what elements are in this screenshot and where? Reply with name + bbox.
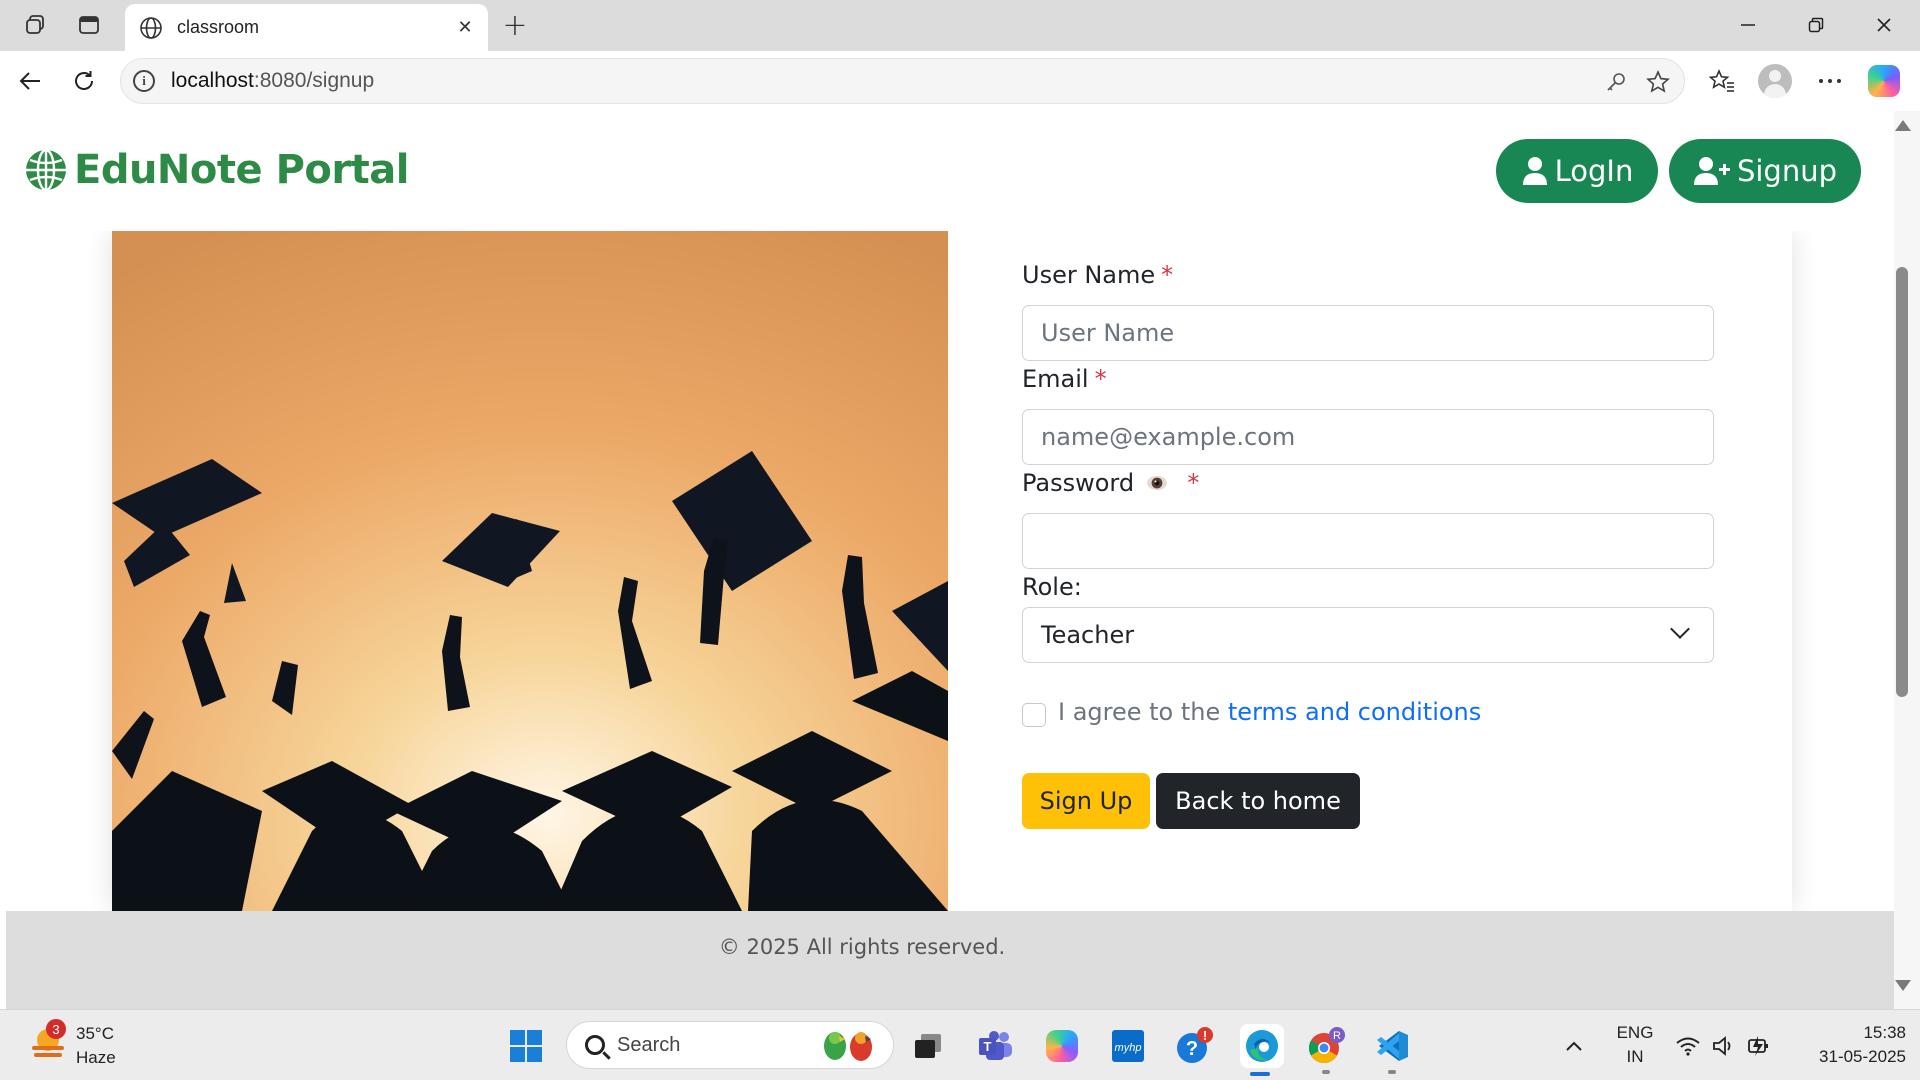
get-help-icon[interactable]: ?! <box>1174 1026 1214 1066</box>
role-select[interactable]: Teacher <box>1022 607 1714 663</box>
password-input[interactable] <box>1022 513 1714 569</box>
show-password-eye-icon[interactable] <box>1146 470 1168 498</box>
url-text: localhost:8080/signup <box>171 69 375 92</box>
username-input[interactable] <box>1022 305 1714 361</box>
scrollbar-thumb[interactable] <box>1896 267 1908 697</box>
weather-text[interactable]: 35°C Haze <box>76 1022 116 1070</box>
copilot-app-icon[interactable] <box>1042 1026 1082 1066</box>
clock[interactable]: 15:38 31-05-2025 <box>1786 1021 1906 1069</box>
refresh-icon[interactable] <box>66 63 102 99</box>
weather-alert-badge: 3 <box>46 1019 66 1039</box>
email-input[interactable] <box>1022 409 1714 465</box>
wifi-icon[interactable] <box>1668 1026 1708 1066</box>
vscode-running-indicator <box>1388 1070 1396 1074</box>
signup-label: Signup <box>1736 154 1838 188</box>
vscode-icon[interactable] <box>1372 1026 1412 1066</box>
chrome-icon[interactable]: R <box>1306 1026 1346 1066</box>
tab-classroom[interactable]: classroom ✕ <box>125 4 488 51</box>
svg-text:?: ? <box>1186 1038 1198 1060</box>
windows-taskbar: 3 35°C Haze Search T myhp ?! R ENG IN 15… <box>0 1009 1920 1080</box>
close-tab-icon[interactable]: ✕ <box>452 14 478 40</box>
page-viewport: User Name* Email* Password * Role: Teach… <box>6 111 1894 1009</box>
minimize-icon[interactable] <box>1726 8 1770 42</box>
key-icon[interactable] <box>1601 67 1631 97</box>
copyright-text: © 2025 All rights reserved. <box>718 935 1006 959</box>
edge-active-indicator <box>1250 1072 1270 1076</box>
terms-link[interactable]: terms and conditions <box>1228 698 1481 726</box>
search-icon <box>585 1035 605 1055</box>
back-to-home-button[interactable]: Back to home <box>1156 773 1360 829</box>
user-plus-icon <box>1693 157 1730 185</box>
region-code: IN <box>1626 1047 1644 1066</box>
page-footer: © 2025 All rights reserved. <box>6 911 1894 1009</box>
teams-icon[interactable]: T <box>976 1026 1016 1066</box>
login-button[interactable]: LogIn <box>1496 139 1658 203</box>
volume-icon[interactable] <box>1704 1026 1744 1066</box>
new-tab-icon[interactable]: + <box>498 8 532 43</box>
brand-name: EduNote Portal <box>74 147 409 193</box>
favorites-icon[interactable] <box>1704 63 1740 99</box>
signup-header-button[interactable]: Signup <box>1669 139 1861 203</box>
more-menu-icon[interactable] <box>1812 63 1848 99</box>
language-code: ENG <box>1616 1023 1654 1042</box>
svg-text:T: T <box>984 1039 992 1054</box>
terms-checkbox[interactable] <box>1022 703 1046 727</box>
site-info-icon[interactable]: i <box>133 70 155 92</box>
tab-actions-icon[interactable] <box>74 10 104 40</box>
password-label: Password * <box>1022 469 1200 498</box>
user-icon <box>1522 157 1547 185</box>
profile-avatar[interactable] <box>1758 64 1792 98</box>
edge-browser-icon[interactable] <box>1240 1024 1284 1068</box>
svg-text:R: R <box>1333 1030 1341 1042</box>
restore-icon[interactable] <box>1794 8 1838 42</box>
back-arrow-icon[interactable] <box>12 63 48 99</box>
chevron-down-icon <box>1670 619 1690 639</box>
brand-logo[interactable]: EduNote Portal <box>24 147 409 193</box>
show-hidden-icons-chevron-icon[interactable] <box>1554 1026 1594 1066</box>
chrome-running-indicator <box>1322 1070 1330 1074</box>
battery-charging-icon[interactable] <box>1740 1026 1780 1066</box>
svg-text:!: ! <box>1203 1028 1207 1043</box>
clock-time: 15:38 <box>1863 1023 1906 1042</box>
username-label: User Name * <box>1022 261 1174 289</box>
weather-description: Haze <box>76 1048 116 1067</box>
graduation-hero-image <box>112 231 948 911</box>
favorite-star-icon[interactable] <box>1643 67 1673 97</box>
search-label: Search <box>617 1033 681 1056</box>
role-selected-value: Teacher <box>1041 621 1135 649</box>
browser-toolbar: i localhost:8080/signup <box>0 51 1920 111</box>
globe-icon <box>140 16 162 39</box>
login-label: LogIn <box>1554 154 1634 188</box>
signup-card: User Name* Email* Password * Role: Teach… <box>112 231 1792 911</box>
terms-agreement-text: I agree to the terms and conditions <box>1058 698 1482 726</box>
tab-title: classroom <box>177 17 260 37</box>
svg-text:myhp: myhp <box>1115 1042 1142 1054</box>
site-header: EduNote Portal LogIn Signup <box>6 111 1894 231</box>
address-bar[interactable]: i localhost:8080/signup <box>120 58 1685 104</box>
weather-temperature: 35°C <box>76 1024 114 1043</box>
scroll-up-arrow-icon[interactable] <box>1895 120 1911 131</box>
globe-icon <box>26 148 66 192</box>
clock-date: 31-05-2025 <box>1819 1047 1906 1066</box>
browser-tab-bar: classroom ✕ + <box>0 0 1920 51</box>
task-view-icon[interactable] <box>908 1026 948 1066</box>
input-language[interactable]: ENG IN <box>1610 1021 1660 1069</box>
taskbar-search[interactable]: Search <box>566 1021 894 1069</box>
copilot-icon[interactable] <box>1868 65 1900 97</box>
email-label: Email * <box>1022 365 1107 393</box>
windows-start-icon[interactable] <box>506 1026 546 1066</box>
role-label: Role: <box>1022 573 1082 601</box>
parrots-search-highlight-icon <box>824 1032 872 1061</box>
workspaces-icon[interactable] <box>20 10 50 40</box>
close-window-icon[interactable] <box>1862 8 1906 42</box>
myhp-icon[interactable]: myhp <box>1108 1026 1148 1066</box>
sign-up-button[interactable]: Sign Up <box>1022 773 1150 829</box>
scroll-down-arrow-icon[interactable] <box>1895 980 1911 991</box>
